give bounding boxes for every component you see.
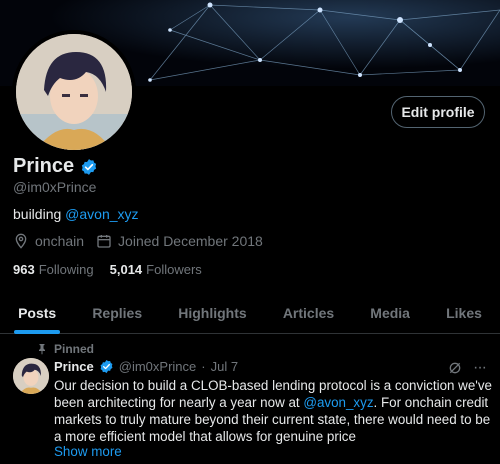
- avatar-image: [13, 358, 49, 394]
- tab-highlights[interactable]: Highlights: [160, 300, 265, 333]
- tab-articles[interactable]: Articles: [265, 300, 352, 333]
- post-date[interactable]: Jul 7: [211, 359, 238, 374]
- profile-tabs: Posts Replies Highlights Articles Media …: [0, 300, 500, 334]
- profile-bio: building @avon_xyz: [13, 206, 139, 222]
- grok-icon[interactable]: [447, 360, 463, 376]
- bio-text: building: [13, 206, 66, 222]
- location-text: onchain: [35, 233, 85, 249]
- post-author-avatar[interactable]: [13, 358, 49, 394]
- post-text: Our decision to build a CLOB-based lendi…: [54, 377, 494, 445]
- bio-link[interactable]: @avon_xyz: [65, 206, 138, 222]
- pinned-indicator: Pinned: [36, 342, 94, 356]
- edit-profile-button[interactable]: Edit profile: [391, 96, 485, 128]
- followers-link[interactable]: 5,014 Followers: [110, 262, 202, 277]
- tab-posts[interactable]: Posts: [0, 300, 74, 334]
- post-mention-link[interactable]: @avon_xyz: [303, 395, 373, 410]
- post-tools: ···: [447, 359, 487, 377]
- following-count: 963: [13, 262, 35, 277]
- joined-text: Joined December 2018: [118, 233, 263, 249]
- tab-likes[interactable]: Likes: [428, 300, 500, 333]
- more-options-icon[interactable]: ···: [473, 359, 487, 377]
- post-separator: ·: [201, 359, 206, 374]
- following-label: Following: [38, 262, 94, 277]
- follow-stats: 963 Following 5,014 Followers: [13, 262, 202, 277]
- profile-avatar[interactable]: [12, 30, 136, 154]
- pin-icon: [39, 344, 45, 355]
- post-header: Prince @im0xPrince · Jul 7: [54, 359, 238, 374]
- followers-count: 5,014: [109, 262, 143, 277]
- post-author-name[interactable]: Prince: [54, 359, 94, 374]
- followers-label: Followers: [146, 262, 202, 277]
- tab-replies[interactable]: Replies: [74, 300, 160, 333]
- verified-badge-icon[interactable]: [80, 158, 98, 176]
- joined-item: Joined December 2018: [96, 233, 263, 249]
- post-author-handle[interactable]: @im0xPrince: [119, 359, 197, 374]
- location-item: onchain: [13, 233, 84, 249]
- following-link[interactable]: 963 Following: [13, 262, 94, 277]
- profile-name: Prince: [13, 155, 75, 177]
- show-more-link[interactable]: Show more: [54, 444, 122, 459]
- location-pin-icon: [15, 233, 27, 249]
- profile-meta: onchain Joined December 2018: [13, 233, 275, 249]
- profile-handle: @im0xPrince: [13, 179, 97, 195]
- avatar-image: [16, 34, 132, 150]
- tab-media[interactable]: Media: [352, 300, 428, 333]
- pinned-label: Pinned: [54, 342, 95, 356]
- verified-badge-icon[interactable]: [99, 359, 114, 374]
- calendar-icon: [97, 235, 111, 248]
- profile-name-row: Prince: [13, 155, 98, 178]
